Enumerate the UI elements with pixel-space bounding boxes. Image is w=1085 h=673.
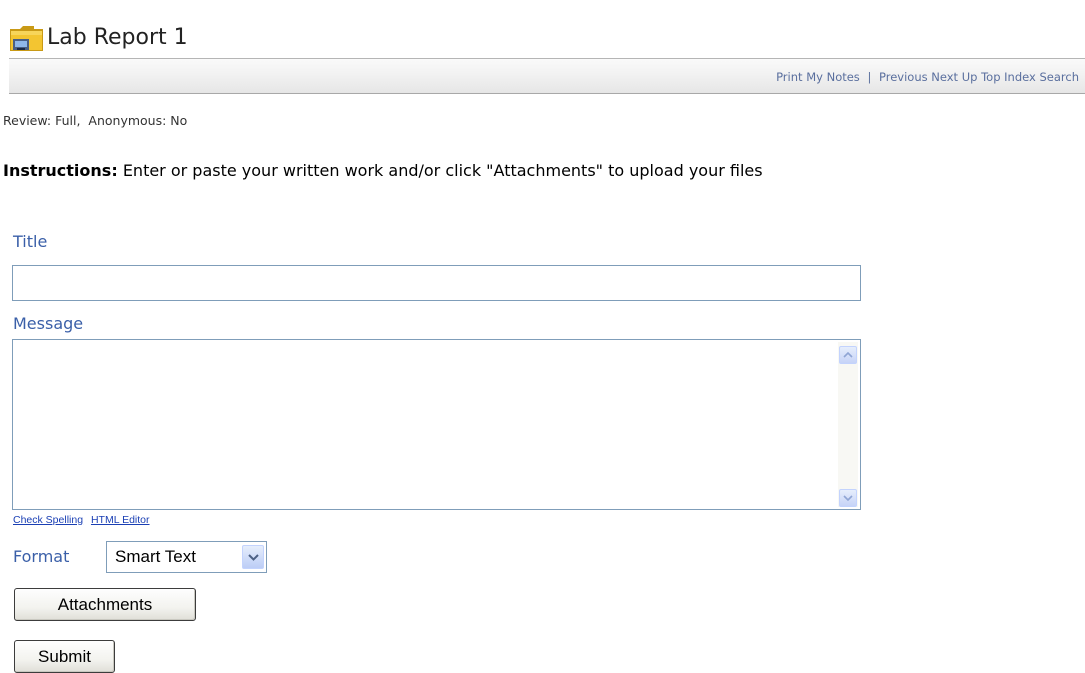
scroll-up-button[interactable] [839,346,857,364]
nav-top-link[interactable]: Top [981,70,1000,84]
review-info: Review: Full, Anonymous: No [3,113,188,128]
chevron-down-icon [843,495,853,501]
nav-index-link[interactable]: Index [1004,70,1036,84]
format-label: Format [13,547,70,566]
message-scrollbar[interactable] [838,342,858,507]
title-input[interactable] [12,265,861,301]
nav-next-link[interactable]: Next [931,70,958,84]
format-dropdown-button[interactable] [242,545,264,569]
title-label: Title [13,232,48,251]
format-select-value: Smart Text [115,547,196,566]
nav-print-link[interactable]: Print [776,70,802,84]
check-spelling-link[interactable]: Check Spelling [13,514,83,526]
chevron-down-icon [247,553,259,561]
message-box [12,339,861,510]
page-header: Lab Report 1 [9,20,188,56]
instructions-label: Instructions: [3,161,118,180]
nav-links: Print My Notes | Previous Next Up Top In… [776,70,1079,84]
nav-previous-link[interactable]: Previous [879,70,928,84]
nav-up-link[interactable]: Up [962,70,978,84]
folder-icon [9,23,45,53]
nav-search-link[interactable]: Search [1039,70,1079,84]
message-label: Message [13,314,84,333]
page-title: Lab Report 1 [47,25,188,50]
attachments-button[interactable]: Attachments [14,588,196,621]
editor-links: Check Spelling HTML Editor [13,514,155,526]
submit-button[interactable]: Submit [14,640,115,673]
message-textarea[interactable] [13,340,839,509]
format-select[interactable]: Smart Text [106,541,267,573]
chevron-up-icon [843,352,853,358]
scroll-down-button[interactable] [839,489,857,507]
instructions: Instructions: Enter or paste your writte… [3,161,763,180]
html-editor-link[interactable]: HTML Editor [91,514,150,526]
nav-my-notes-link[interactable]: My Notes [806,70,860,84]
nav-separator: | [867,70,872,84]
navigation-bar: Print My Notes | Previous Next Up Top In… [9,58,1085,94]
instructions-text: Enter or paste your written work and/or … [122,161,763,180]
